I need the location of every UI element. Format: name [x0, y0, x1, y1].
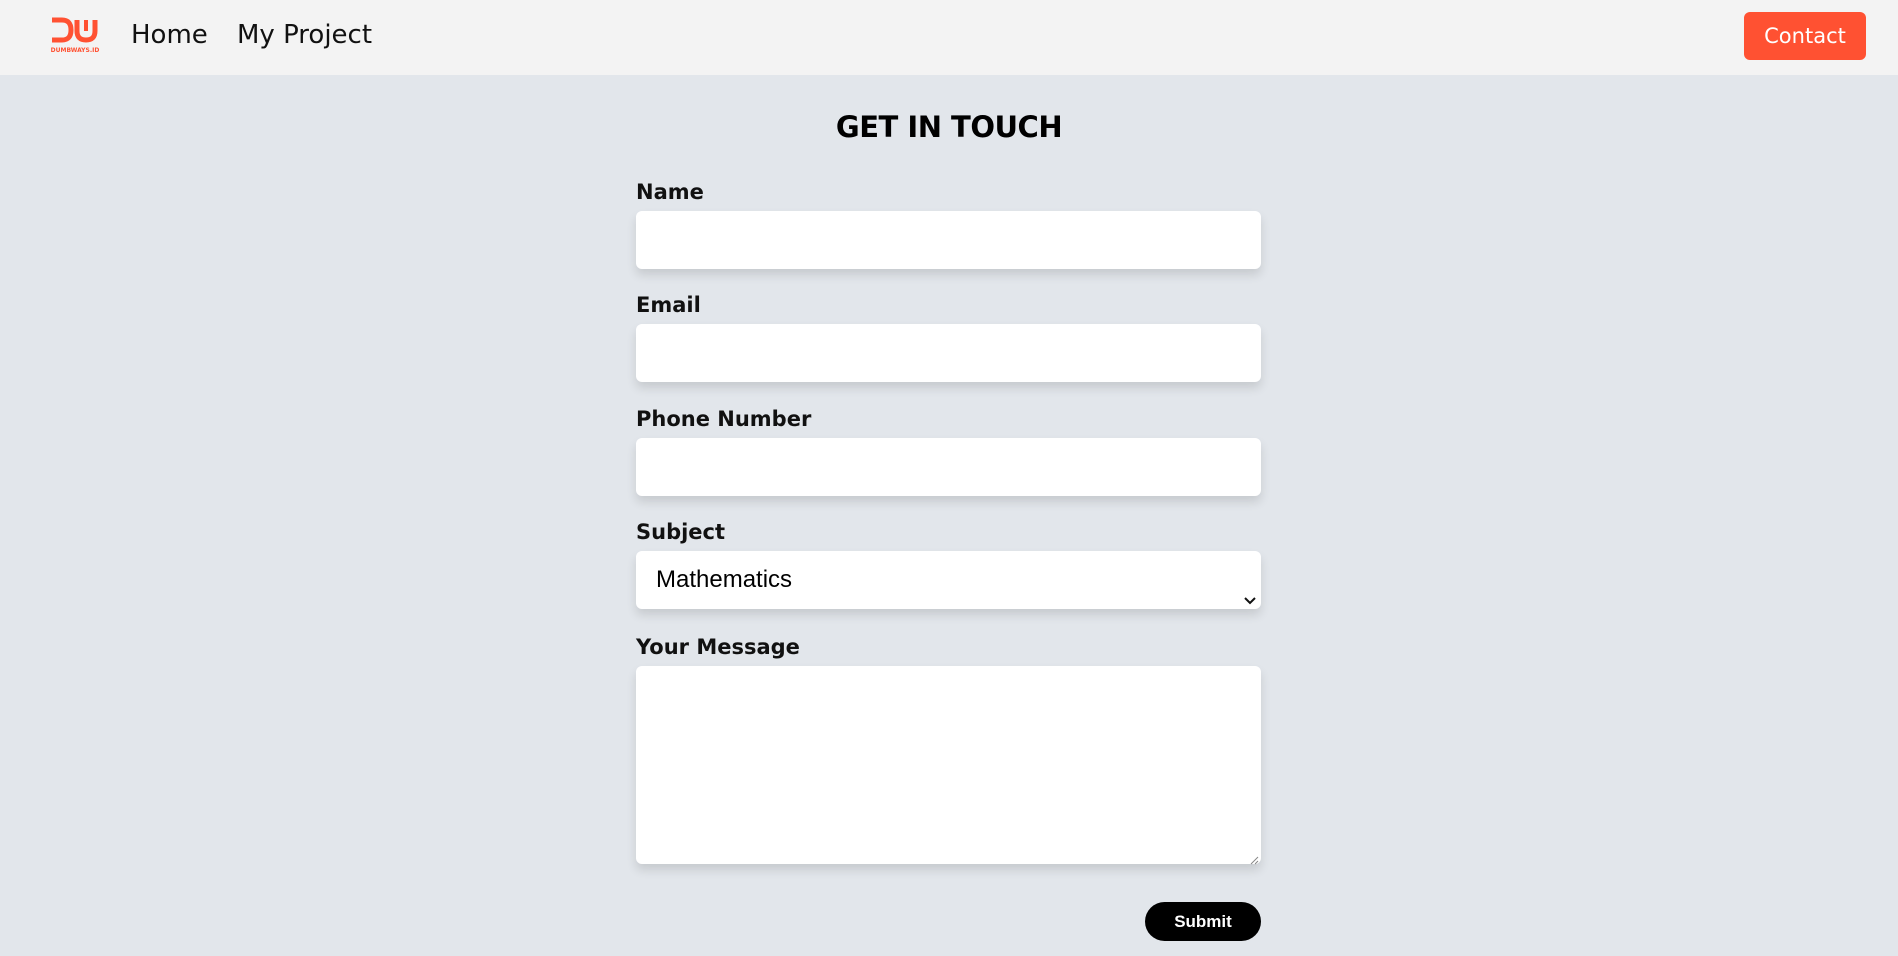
nav-home-link[interactable]: Home	[131, 18, 208, 52]
subject-label: Subject	[636, 520, 726, 544]
page-title: GET IN TOUCH	[835, 110, 1063, 144]
dumbways-logo[interactable]: DUMBWAYS.ID	[49, 17, 101, 55]
email-input[interactable]	[636, 324, 1261, 382]
message-textarea[interactable]	[636, 666, 1261, 865]
name-label: Name	[636, 180, 704, 204]
phone-number-label: Phone Number	[636, 407, 812, 431]
phone-number-input[interactable]	[636, 438, 1261, 496]
contact-button[interactable]: Contact	[1744, 12, 1866, 60]
email-label: Email	[636, 293, 701, 317]
logo-text: DUMBWAYS.ID	[51, 47, 100, 54]
navbar: DUMBWAYS.ID Home My Project Contact	[0, 0, 1898, 75]
submit-button[interactable]: Submit	[1145, 902, 1261, 941]
name-input[interactable]	[636, 211, 1261, 269]
subject-select[interactable]: Mathematics	[636, 551, 1261, 609]
your-message-label: Your Message	[636, 635, 800, 659]
nav-my-project-link[interactable]: My Project	[237, 18, 372, 52]
subject-selected-value: Mathematics	[656, 566, 793, 593]
chevron-down-icon	[1243, 571, 1257, 605]
resize-grip-icon[interactable]	[1249, 852, 1259, 865]
